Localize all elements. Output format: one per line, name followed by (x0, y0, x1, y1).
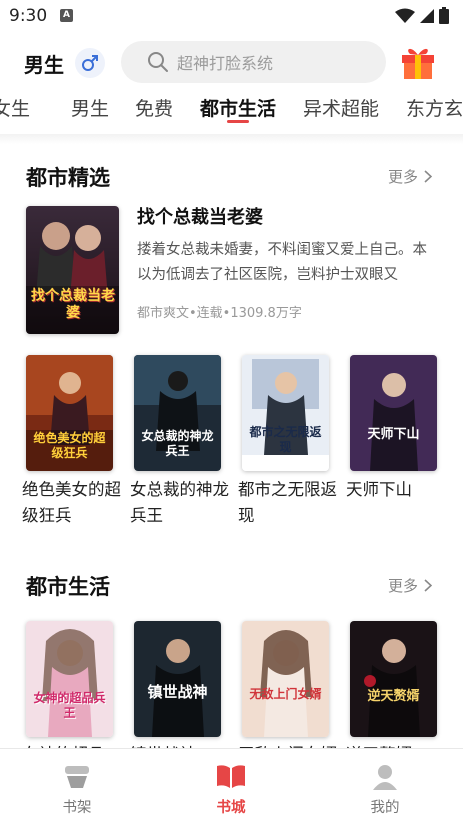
battery-icon (439, 7, 449, 24)
tab-free[interactable]: 免费 (135, 94, 173, 121)
book-cover[interactable]: 女神的超品兵王 (26, 621, 113, 737)
book-cover[interactable]: 都市之无限返现 (242, 355, 329, 471)
tab-supernatural[interactable]: 异术超能 (303, 94, 379, 121)
book-title[interactable]: 都市之无限返现 (238, 477, 338, 529)
search-input[interactable]: 超神打脸系统 (121, 41, 386, 83)
open-book-icon (217, 765, 245, 788)
featured-book-description: 搂着女总裁未婚妻，不料闺蜜又爱上自己。本以为低调去了社区医院，岂料护士双眼又 (137, 242, 427, 283)
book-cover[interactable]: 逆天赘婿 (350, 621, 437, 737)
more-link-featured[interactable]: 更多 (388, 166, 433, 187)
status-bar: 9:30 A (0, 0, 463, 32)
active-tab-indicator (227, 120, 249, 123)
tab-urban-life[interactable]: 都市生活 (200, 94, 276, 121)
book-title[interactable]: 女总裁的神龙兵王 (130, 477, 230, 529)
cover-text: 女总裁的神龙兵王 (141, 429, 214, 458)
cover-text: 无敌上门女婿 (249, 687, 322, 701)
search-placeholder: 超神打脸系统 (177, 54, 274, 73)
cover-text: 女神的超品兵王 (33, 691, 106, 720)
status-indicators (395, 7, 449, 24)
nav-bookshelf[interactable]: 书架 (37, 749, 117, 823)
book-title[interactable]: 天师下山 (346, 477, 446, 503)
tab-female[interactable]: 女生 (0, 94, 30, 121)
cover-text: 找个总裁当老婆 (31, 288, 115, 321)
more-link-urban-life[interactable]: 更多 (388, 575, 433, 596)
tab-male[interactable]: 男生 (71, 94, 109, 121)
gender-switch-label[interactable]: 男生 (24, 49, 64, 78)
header-divider (0, 134, 463, 144)
nav-label: 书城 (216, 800, 246, 816)
book-cover[interactable]: 天师下山 (350, 355, 437, 471)
search-icon (148, 52, 168, 72)
chevron-right-icon (424, 579, 433, 592)
bottom-nav: 书架 书城 我的 (0, 748, 463, 823)
cover-text: 都市之无限返现 (249, 425, 322, 454)
cover-text: 逆天赘婿 (367, 689, 420, 704)
bookshelf-icon (65, 766, 89, 788)
featured-book-title[interactable]: 找个总裁当老婆 (137, 203, 263, 229)
nav-label: 书架 (62, 800, 92, 816)
book-cover-featured[interactable]: 找个总裁当老婆 (26, 206, 119, 334)
featured-book-meta: 都市爽文•连载•1309.8万字 (137, 306, 302, 321)
book-cover[interactable]: 女总裁的神龙兵王 (134, 355, 221, 471)
signal-icon (420, 8, 434, 23)
book-cover[interactable]: 镇世战神 (134, 621, 221, 737)
nav-bookstore[interactable]: 书城 (191, 749, 271, 823)
book-cover[interactable]: 无敌上门女婿 (242, 621, 329, 737)
book-cover[interactable]: 绝色美女的超级狂兵 (26, 355, 113, 471)
more-label: 更多 (388, 577, 419, 595)
status-time: 9:30 (9, 6, 48, 26)
more-label: 更多 (388, 168, 419, 186)
nav-label: 我的 (370, 800, 400, 816)
wifi-icon (395, 8, 415, 23)
chevron-right-icon (424, 170, 433, 183)
person-icon (373, 765, 397, 790)
section-title-featured: 都市精选 (26, 166, 110, 190)
cover-text: 镇世战神 (147, 683, 208, 701)
tab-eastern-fantasy[interactable]: 东方玄幻 (406, 94, 463, 121)
gift-icon[interactable] (399, 43, 437, 81)
book-title[interactable]: 绝色美女的超级狂兵 (22, 477, 122, 529)
section-title-urban-life: 都市生活 (26, 575, 110, 599)
notification-icon: A (60, 9, 73, 22)
cover-text: 绝色美女的超级狂兵 (33, 431, 106, 460)
nav-profile[interactable]: 我的 (345, 749, 425, 823)
cover-text: 天师下山 (367, 427, 420, 442)
male-symbol-icon[interactable] (75, 48, 105, 78)
